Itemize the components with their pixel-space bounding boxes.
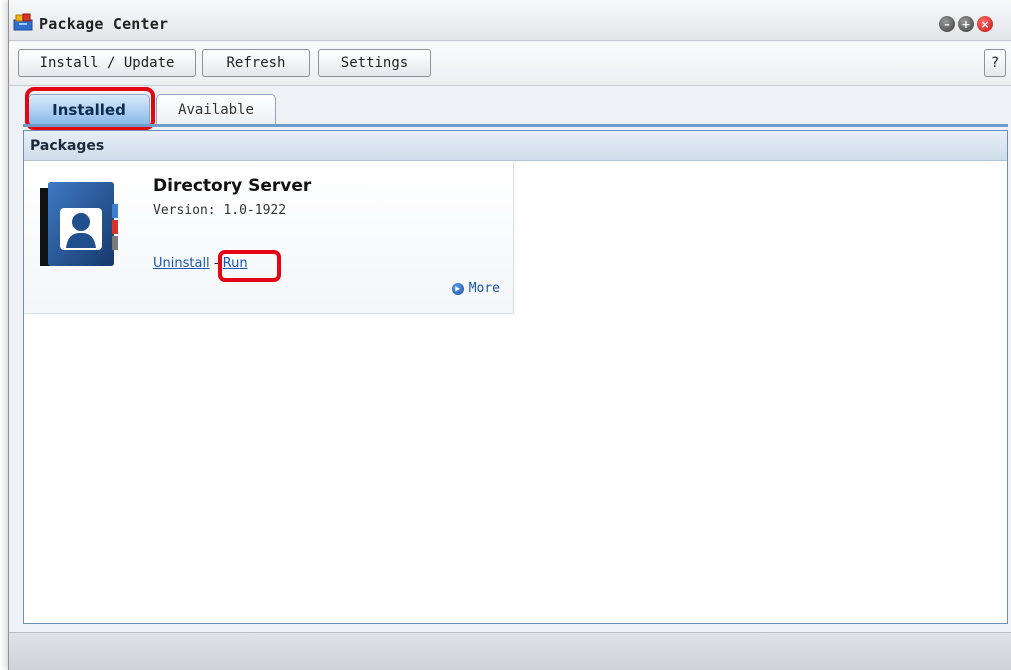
- more-label: More: [468, 281, 500, 296]
- settings-button[interactable]: Settings: [318, 49, 431, 77]
- directory-server-icon: [40, 182, 118, 266]
- close-icon[interactable]: ×: [977, 16, 993, 32]
- toolbar: Install / Update Refresh Settings ?: [9, 42, 1011, 86]
- status-bar: [9, 632, 1011, 670]
- title-bar[interactable]: Package Center – + ×: [9, 0, 1011, 41]
- help-button[interactable]: ?: [984, 49, 1006, 77]
- uninstall-link[interactable]: Uninstall: [153, 256, 210, 271]
- arrow-right-icon: ▶: [451, 282, 464, 295]
- tab-available[interactable]: Available: [156, 94, 276, 124]
- minimize-icon[interactable]: –: [939, 16, 955, 32]
- package-version: Version: 1.0-1922: [153, 203, 287, 218]
- package-card: Directory Server Version: 1.0-1922 Unins…: [24, 162, 514, 314]
- tab-strip: Installed Available: [9, 87, 1011, 126]
- window-title: Package Center: [39, 15, 169, 33]
- tab-underline: [23, 124, 1008, 127]
- packages-panel: Packages Directory Server Version: 1.0-1…: [23, 130, 1008, 624]
- packages-header: Packages: [24, 131, 1007, 161]
- package-center-window: Package Center – + × Install / Update Re…: [8, 0, 1011, 670]
- maximize-icon[interactable]: +: [958, 16, 974, 32]
- package-name: Directory Server: [153, 176, 312, 196]
- package-center-icon: [13, 13, 33, 31]
- run-highlight: [218, 250, 281, 282]
- install-update-button[interactable]: Install / Update: [18, 49, 196, 77]
- more-link[interactable]: ▶ More: [451, 281, 500, 296]
- refresh-button[interactable]: Refresh: [202, 49, 310, 77]
